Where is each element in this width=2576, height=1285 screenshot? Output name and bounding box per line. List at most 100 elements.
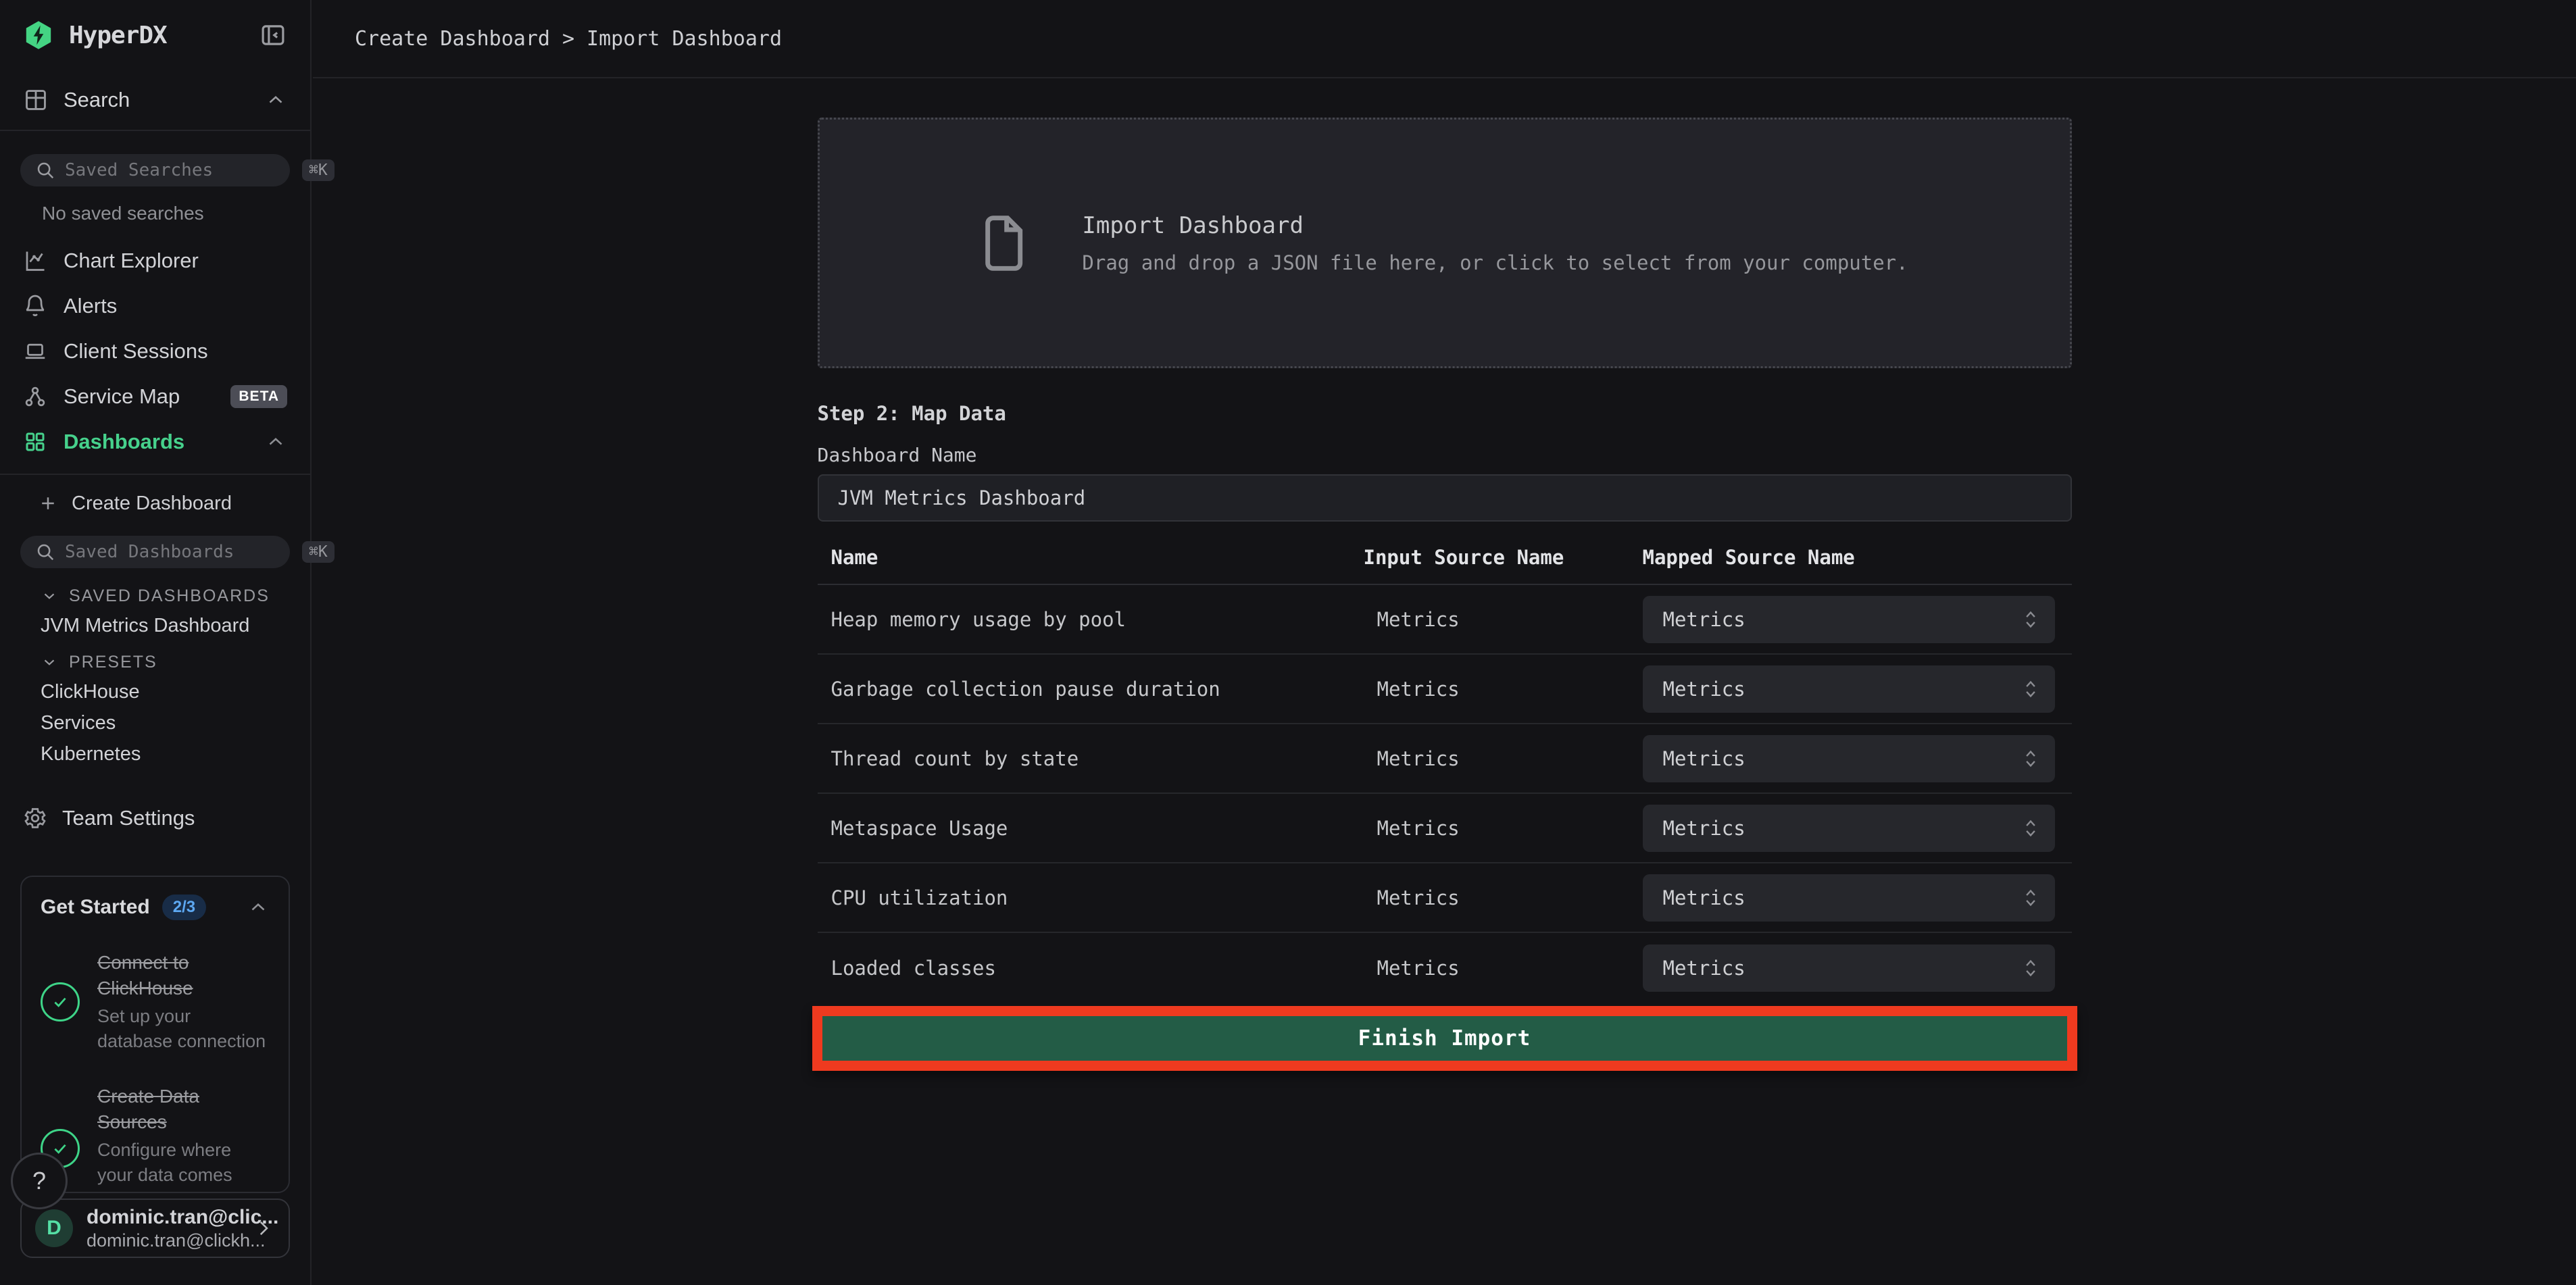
preset-link-label: Kubernetes: [41, 743, 141, 765]
search-icon: [35, 542, 55, 562]
mapped-source-select[interactable]: Metrics: [1643, 805, 2055, 852]
select-chevrons-icon: [2021, 957, 2040, 980]
laptop-icon: [23, 339, 47, 363]
column-header-input-source: Input Source Name: [1364, 546, 1643, 569]
mapped-source-select[interactable]: Metrics: [1643, 735, 2055, 782]
mapped-source-select[interactable]: Metrics: [1643, 874, 2055, 922]
get-started-title: Get Started: [41, 896, 150, 919]
user-account-chip[interactable]: D dominic.tran@clic... dominic.tran@clic…: [20, 1199, 290, 1258]
logo-row: HyperDX: [0, 0, 310, 70]
row-input-source: Metrics: [1364, 817, 1643, 840]
sidebar-item-dashboards[interactable]: Dashboards: [0, 419, 310, 464]
plus-icon: [38, 493, 58, 513]
dashboards-grid-icon: [23, 430, 47, 454]
saved-searches-input[interactable]: [65, 160, 293, 180]
saved-dashboards-caption[interactable]: SAVED DASHBOARDS: [0, 582, 310, 610]
row-input-source: Metrics: [1364, 886, 1643, 909]
selected-value: Metrics: [1663, 747, 2021, 770]
file-icon: [981, 214, 1024, 272]
mapped-source-select[interactable]: Metrics: [1643, 665, 2055, 713]
sidebar-item-label: Client Sessions: [64, 339, 208, 363]
saved-dashboards-input[interactable]: [65, 542, 293, 562]
saved-searches-box[interactable]: ⌘K: [20, 154, 290, 186]
selected-value: Metrics: [1663, 817, 2021, 840]
table-row: CPU utilization Metrics Metrics: [818, 863, 2072, 933]
avatar: D: [35, 1209, 73, 1247]
topbar: Create Dashboard > Import Dashboard: [313, 0, 2576, 78]
sidebar-preset-services[interactable]: Services: [0, 707, 310, 738]
step-label: Step 2: Map Data: [818, 402, 2072, 425]
sidebar-preset-clickhouse[interactable]: ClickHouse: [0, 676, 310, 707]
breadcrumb-create-dashboard[interactable]: Create Dashboard: [355, 27, 550, 51]
select-chevrons-icon: [2021, 747, 2040, 770]
dashboard-link-label: JVM Metrics Dashboard: [41, 615, 249, 637]
chart-explorer-icon: [23, 249, 47, 273]
get-started-item-title: Create Data Sources: [97, 1084, 270, 1135]
sidebar-item-alerts[interactable]: Alerts: [0, 283, 310, 328]
sidebar-dashboard-jvm-metrics[interactable]: JVM Metrics Dashboard: [0, 610, 310, 641]
get-started-item-connect[interactable]: Connect to ClickHouse Set up your databa…: [41, 950, 270, 1054]
help-button[interactable]: ?: [11, 1153, 68, 1209]
sidebar-item-chart-explorer[interactable]: Chart Explorer: [0, 238, 310, 283]
service-map-icon: [23, 384, 47, 409]
search-section-label: Search: [64, 88, 249, 112]
row-input-source: Metrics: [1364, 747, 1643, 770]
get-started-header[interactable]: Get Started 2/3: [41, 895, 270, 920]
divider: [0, 130, 310, 131]
sidebar-item-team-settings[interactable]: Team Settings: [0, 790, 310, 847]
column-header-name: Name: [818, 546, 1364, 569]
sidebar-item-label: Chart Explorer: [64, 249, 199, 273]
chevron-up-icon: [264, 430, 287, 453]
finish-import-button[interactable]: Finish Import: [822, 1016, 2067, 1061]
selected-value: Metrics: [1663, 678, 2021, 701]
beta-badge: BETA: [230, 385, 287, 408]
mapped-source-select[interactable]: Metrics: [1643, 596, 2055, 643]
row-input-source: Metrics: [1364, 608, 1643, 631]
mapping-table-header: Name Input Source Name Mapped Source Nam…: [818, 546, 2072, 585]
hyperdx-logo-icon: [23, 20, 54, 51]
row-name: Heap memory usage by pool: [818, 608, 1364, 631]
bell-icon: [23, 294, 47, 318]
dashboard-name-label: Dashboard Name: [818, 444, 2072, 466]
get-started-item-sources[interactable]: Create Data Sources Configure where your…: [41, 1084, 270, 1193]
dashboard-name-input[interactable]: [818, 474, 2072, 522]
create-dashboard-button[interactable]: Create Dashboard: [0, 475, 310, 532]
table-row: Loaded classes Metrics Metrics: [818, 933, 2072, 1003]
select-chevrons-icon: [2021, 678, 2040, 701]
selected-value: Metrics: [1663, 886, 2021, 909]
search-section-header[interactable]: Search: [0, 70, 310, 130]
sidebar-item-service-map[interactable]: Service Map BETA: [0, 374, 310, 419]
app-title: HyperDX: [69, 22, 244, 49]
row-name: CPU utilization: [818, 886, 1364, 909]
mapping-table: Name Input Source Name Mapped Source Nam…: [818, 546, 2072, 1003]
row-name: Garbage collection pause duration: [818, 678, 1364, 701]
sidebar-item-label: Alerts: [64, 294, 117, 318]
sidebar-preset-kubernetes[interactable]: Kubernetes: [0, 738, 310, 770]
table-row: Heap memory usage by pool Metrics Metric…: [818, 585, 2072, 655]
no-saved-searches-note: No saved searches: [42, 203, 310, 224]
sidebar-item-label: Service Map: [64, 384, 180, 409]
sidebar: HyperDX Search: [0, 0, 312, 1285]
saved-dashboards-box[interactable]: ⌘K: [20, 536, 290, 568]
import-dashboard-content: Import Dashboard Drag and drop a JSON fi…: [818, 78, 2072, 1071]
search-section-icon: [23, 87, 49, 113]
mapped-source-select[interactable]: Metrics: [1643, 944, 2055, 992]
get-started-card: Get Started 2/3 Connect to ClickHouse Se…: [20, 876, 290, 1193]
gear-icon: [23, 806, 47, 830]
sidebar-item-label: Dashboards: [64, 430, 184, 454]
column-header-mapped-source: Mapped Source Name: [1643, 546, 2072, 569]
check-circle-icon: [41, 982, 80, 1022]
table-row: Metaspace Usage Metrics Metrics: [818, 794, 2072, 863]
table-row: Thread count by state Metrics Metrics: [818, 724, 2072, 794]
file-dropzone[interactable]: Import Dashboard Drag and drop a JSON fi…: [818, 118, 2072, 368]
presets-caption[interactable]: PRESETS: [0, 648, 310, 676]
table-row: Garbage collection pause duration Metric…: [818, 655, 2072, 724]
sidebar-item-client-sessions[interactable]: Client Sessions: [0, 328, 310, 374]
caption-label: PRESETS: [69, 653, 157, 672]
collapse-sidebar-icon[interactable]: [259, 21, 287, 49]
row-name: Thread count by state: [818, 747, 1364, 770]
select-chevrons-icon: [2021, 608, 2040, 631]
selected-value: Metrics: [1663, 957, 2021, 980]
preset-link-label: Services: [41, 712, 116, 734]
row-input-source: Metrics: [1364, 957, 1643, 980]
